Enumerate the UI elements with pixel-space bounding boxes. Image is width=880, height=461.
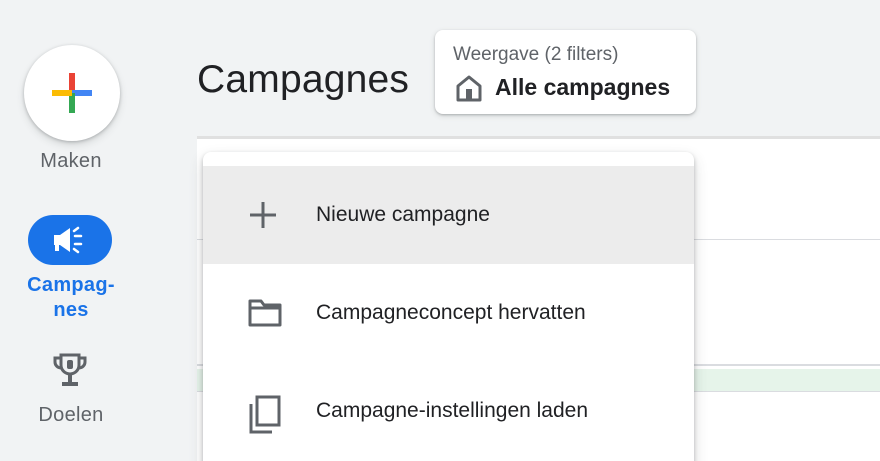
view-selector[interactable]: Weergave (2 filters) Alle campagnes [435, 30, 696, 114]
plus-icon [250, 202, 276, 228]
megaphone-icon [54, 226, 83, 254]
menu-item-load-settings[interactable]: Campagne-instellingen laden [203, 362, 694, 460]
folder-icon [248, 299, 282, 327]
home-icon [456, 75, 482, 102]
sidebar-item-campaigns-label: Campag- nes [0, 273, 142, 323]
create-menu: Nieuwe campagne Campagneconcept hervatte… [203, 152, 694, 461]
sidebar-item-goals-label: Doelen [38, 404, 104, 426]
menu-item-label: Campagneconcept hervatten [316, 301, 586, 324]
trophy-icon[interactable] [52, 352, 88, 390]
view-selector-caption: Weergave (2 filters) [453, 44, 619, 65]
view-selector-value: Alle campagnes [495, 74, 671, 100]
menu-item-resume-draft[interactable]: Campagneconcept hervatten [203, 264, 694, 362]
menu-item-label: Nieuwe campagne [316, 203, 490, 226]
left-nav-rail: Maken Campag- nes Doelen [0, 0, 150, 461]
campaigns-label-text: Campag- nes [27, 274, 115, 321]
page-title: Campagnes [197, 58, 410, 101]
menu-item-new-campaign[interactable]: Nieuwe campagne [203, 166, 694, 264]
menu-item-label: Campagne-instellingen laden [316, 399, 589, 422]
multicolor-plus-icon [52, 73, 92, 113]
copy-icon [249, 395, 281, 434]
sidebar-item-campaigns[interactable] [28, 215, 112, 265]
create-button[interactable] [24, 45, 120, 141]
create-label: Maken [40, 150, 102, 172]
